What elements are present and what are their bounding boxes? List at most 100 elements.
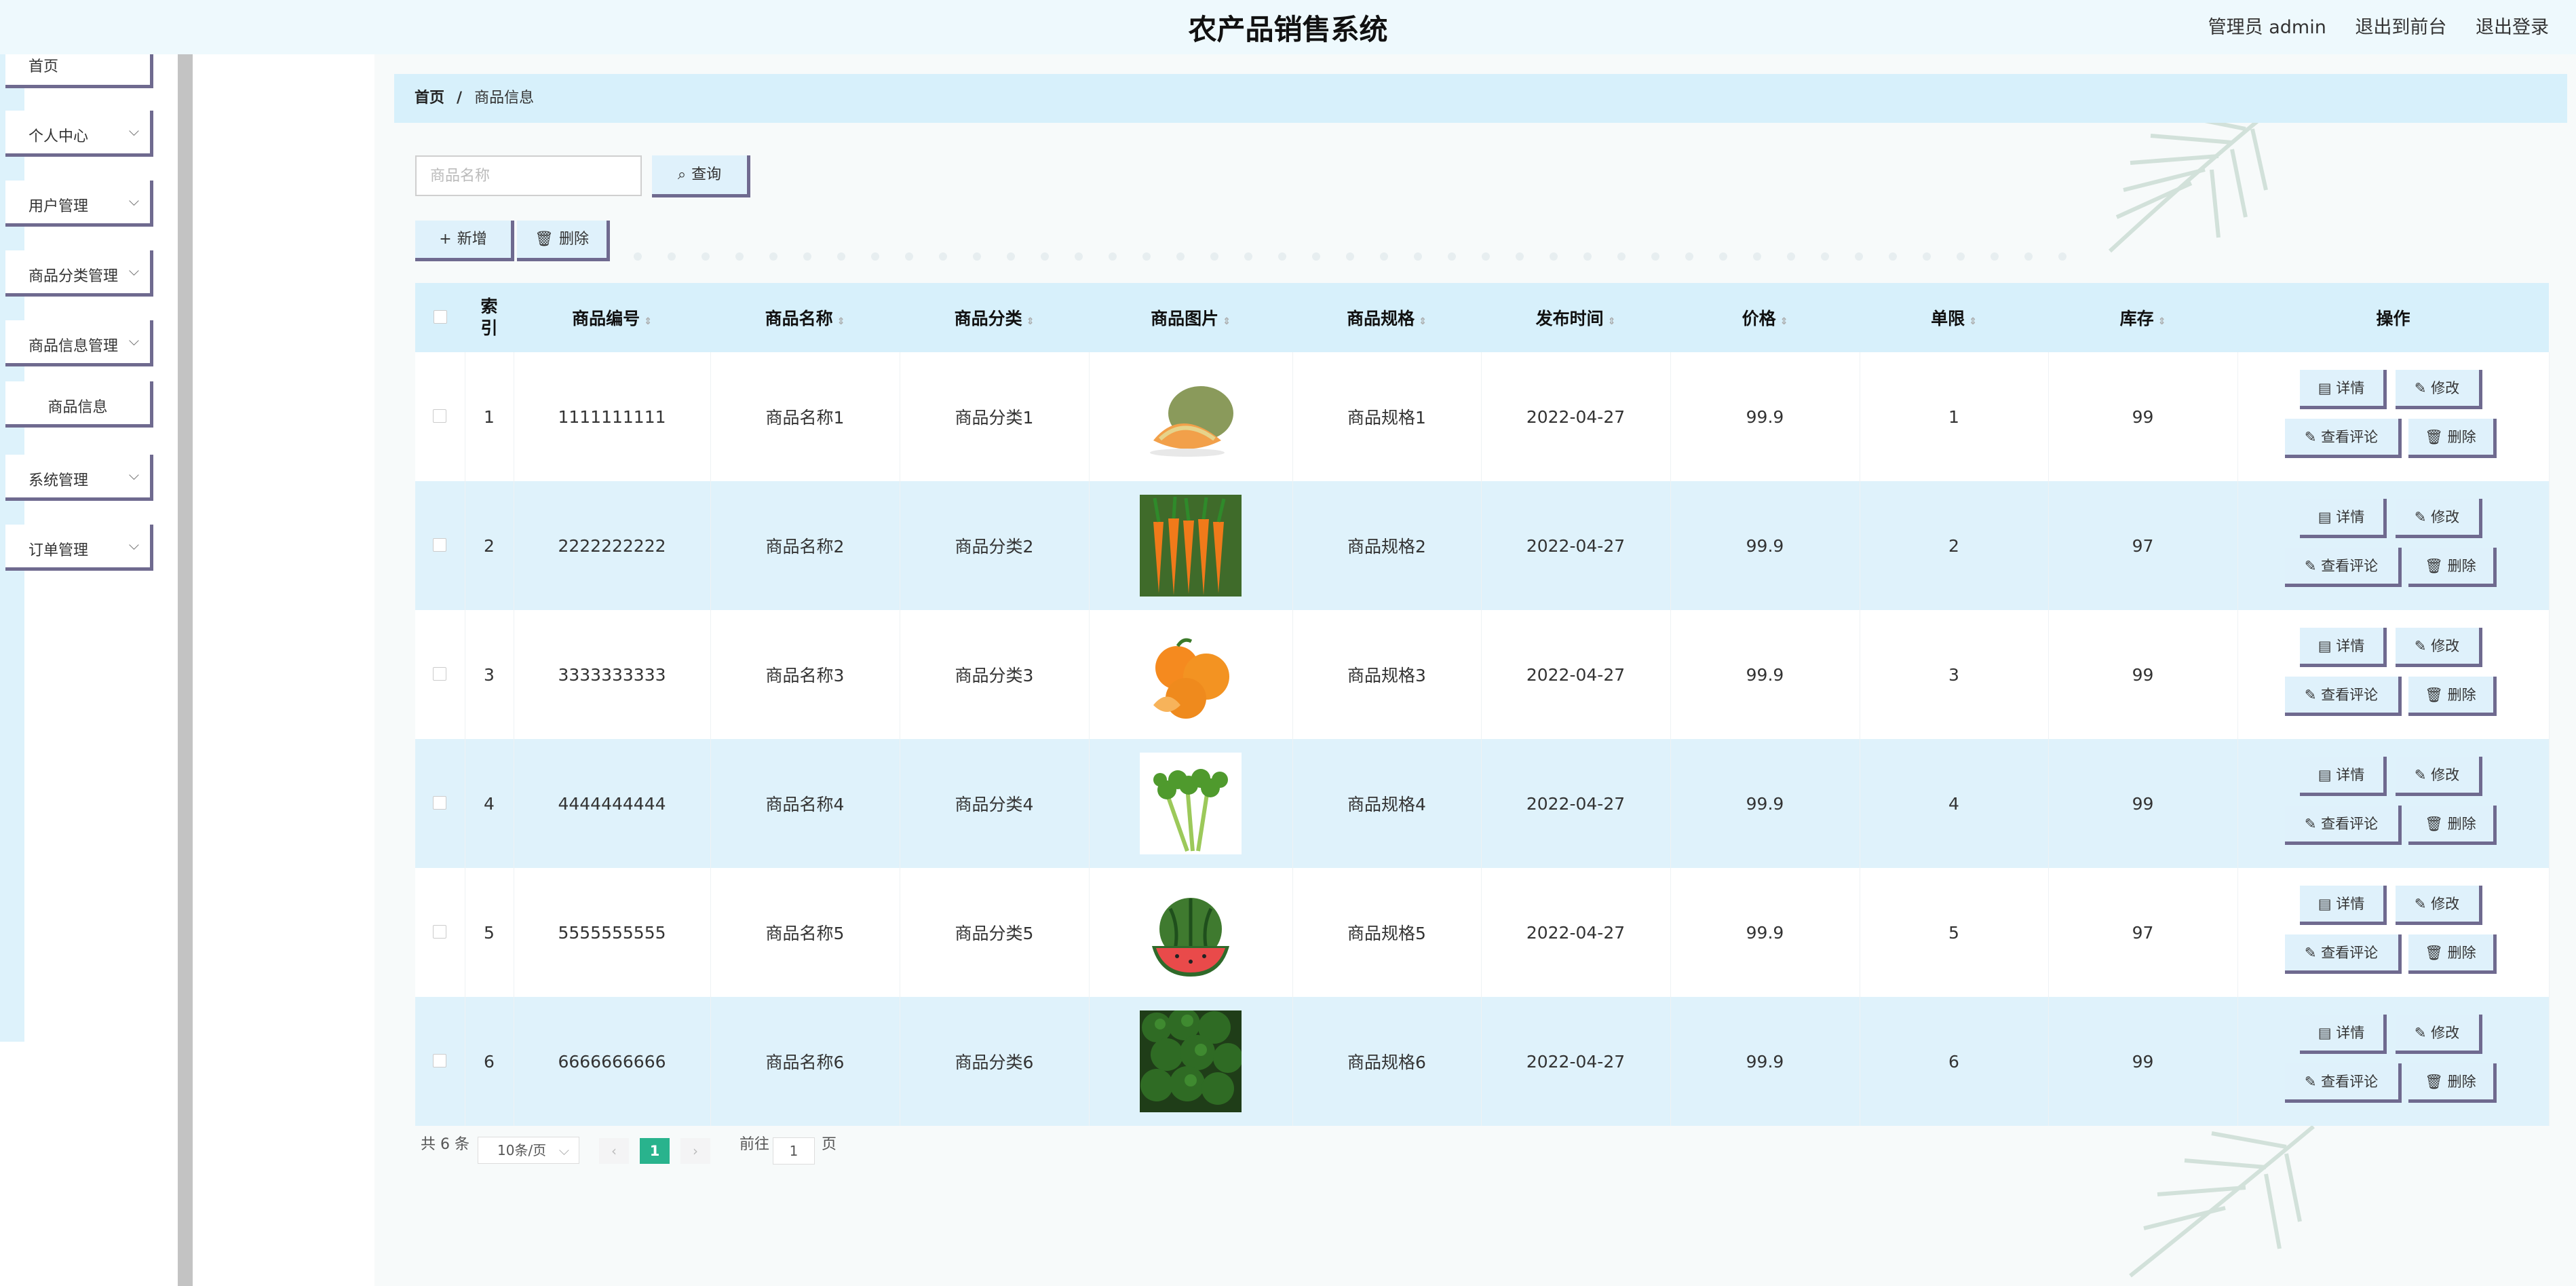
checkbox[interactable] bbox=[433, 1053, 447, 1067]
breadcrumb-home-link[interactable]: 首页 bbox=[415, 90, 444, 107]
cell-name: 商品名称3 bbox=[710, 610, 900, 739]
row-delete-button[interactable]: 🗑 删除 bbox=[2408, 806, 2497, 845]
row-delete-button[interactable]: 🗑 删除 bbox=[2408, 548, 2497, 587]
sidebar-item-system-management[interactable]: 系统管理 ⌵ bbox=[5, 455, 153, 501]
sort-icon[interactable]: ⇕ bbox=[1780, 316, 1788, 327]
cell-date: 2022-04-27 bbox=[1481, 610, 1671, 739]
cell-limit: 4 bbox=[1860, 739, 2049, 868]
row-checkbox-cell[interactable] bbox=[415, 868, 465, 997]
search-button[interactable]: ⌕ 查询 bbox=[652, 155, 750, 197]
row-checkbox-cell[interactable] bbox=[415, 739, 465, 868]
trash-icon: 🗑 bbox=[2425, 816, 2443, 832]
goto-page-input[interactable]: 1 bbox=[773, 1137, 815, 1165]
row-checkbox-cell[interactable] bbox=[415, 610, 465, 739]
header-name[interactable]: 商品名称 ⇕ bbox=[710, 283, 900, 352]
batch-delete-button[interactable]: 🗑 删除 bbox=[517, 221, 610, 261]
edit-button[interactable]: ✎ 修改 bbox=[2395, 370, 2482, 409]
view-reviews-button[interactable]: ✎ 查看评论 bbox=[2284, 1063, 2402, 1103]
row-checkbox-cell[interactable] bbox=[415, 481, 465, 610]
sidebar-item-category-management[interactable]: 商品分类管理 ⌵ bbox=[5, 250, 153, 297]
checkbox[interactable] bbox=[433, 537, 447, 552]
cell-price: 99.9 bbox=[1670, 352, 1860, 481]
row-checkbox-cell[interactable] bbox=[415, 997, 465, 1126]
detail-button[interactable]: ▤ 详情 bbox=[2299, 1015, 2387, 1054]
detail-button[interactable]: ▤ 详情 bbox=[2299, 757, 2387, 796]
cell-limit: 3 bbox=[1860, 610, 2049, 739]
row-delete-button[interactable]: 🗑 删除 bbox=[2408, 934, 2497, 974]
checkbox[interactable] bbox=[433, 409, 447, 423]
checkbox[interactable] bbox=[433, 309, 447, 324]
exit-to-front-link[interactable]: 退出到前台 bbox=[2355, 17, 2446, 38]
checkbox[interactable] bbox=[433, 924, 447, 939]
header-code[interactable]: 商品编号 ⇕ bbox=[514, 283, 710, 352]
header-label: 索引 bbox=[480, 296, 498, 339]
sort-icon[interactable]: ⇕ bbox=[2158, 316, 2166, 327]
header-stock[interactable]: 库存 ⇕ bbox=[2048, 283, 2237, 352]
page-size-value: 10条/页 bbox=[497, 1142, 547, 1158]
table-row: 5 5555555555 商品名称5 商品分类5 商品规格5 2022-04-27 99.9… bbox=[415, 868, 2550, 997]
sort-icon[interactable]: ⇕ bbox=[644, 316, 652, 327]
cell-price: 99.9 bbox=[1670, 610, 1860, 739]
product-name-search-input[interactable] bbox=[415, 155, 642, 196]
logout-link[interactable]: 退出登录 bbox=[2476, 17, 2549, 38]
view-reviews-button[interactable]: ✎ 查看评论 bbox=[2284, 806, 2402, 845]
detail-button[interactable]: ▤ 详情 bbox=[2299, 628, 2387, 667]
sort-icon[interactable]: ⇕ bbox=[1223, 316, 1231, 327]
row-checkbox-cell[interactable] bbox=[415, 352, 465, 481]
row-delete-button[interactable]: 🗑 删除 bbox=[2408, 1063, 2497, 1103]
header-image[interactable]: 商品图片 ⇕ bbox=[1089, 283, 1292, 352]
select-all-checkbox[interactable] bbox=[415, 283, 465, 352]
edit-button[interactable]: ✎ 修改 bbox=[2395, 757, 2482, 796]
sort-icon[interactable]: ⇕ bbox=[1969, 316, 1977, 327]
sort-icon[interactable]: ⇕ bbox=[1419, 316, 1427, 327]
sidebar-item-product-management[interactable]: 商品信息管理 ⌵ bbox=[5, 320, 153, 366]
cell-category: 商品分类1 bbox=[900, 352, 1090, 481]
cell-category: 商品分类2 bbox=[900, 481, 1090, 610]
document-icon: ▤ bbox=[2318, 896, 2332, 912]
cell-image bbox=[1089, 739, 1293, 868]
header-date[interactable]: 发布时间 ⇕ bbox=[1481, 283, 1670, 352]
row-delete-button[interactable]: 🗑 删除 bbox=[2408, 419, 2497, 458]
view-reviews-button[interactable]: ✎ 查看评论 bbox=[2284, 548, 2402, 587]
checkbox[interactable] bbox=[433, 795, 447, 810]
melon-product-image bbox=[1140, 366, 1242, 468]
document-icon: ▤ bbox=[2318, 380, 2332, 396]
edit-button[interactable]: ✎ 修改 bbox=[2395, 628, 2482, 667]
row-delete-button[interactable]: 🗑 删除 bbox=[2408, 677, 2497, 716]
cell-date: 2022-04-27 bbox=[1481, 868, 1671, 997]
cell-category: 商品分类6 bbox=[900, 997, 1090, 1126]
add-button[interactable]: + 新增 bbox=[415, 221, 514, 261]
edit-button[interactable]: ✎ 修改 bbox=[2395, 886, 2482, 925]
edit-button[interactable]: ✎ 修改 bbox=[2395, 499, 2482, 538]
view-reviews-button[interactable]: ✎ 查看评论 bbox=[2284, 419, 2402, 458]
header-spec[interactable]: 商品规格 ⇕ bbox=[1292, 283, 1481, 352]
detail-button[interactable]: ▤ 详情 bbox=[2299, 499, 2387, 538]
cell-spec: 商品规格1 bbox=[1292, 352, 1482, 481]
sort-icon[interactable]: ⇕ bbox=[1608, 316, 1616, 327]
cell-stock: 97 bbox=[2048, 868, 2238, 997]
trash-icon: 🗑 bbox=[535, 231, 554, 248]
header-limit[interactable]: 单限 ⇕ bbox=[1860, 283, 2048, 352]
pencil-icon: ✎ bbox=[2304, 1074, 2317, 1090]
checkbox[interactable] bbox=[433, 666, 447, 681]
sidebar-item-user-management[interactable]: 用户管理 ⌵ bbox=[5, 181, 153, 227]
sort-icon[interactable]: ⇕ bbox=[1026, 316, 1035, 327]
next-page-button[interactable]: › bbox=[680, 1138, 710, 1164]
view-reviews-button[interactable]: ✎ 查看评论 bbox=[2284, 677, 2402, 716]
detail-button[interactable]: ▤ 详情 bbox=[2299, 370, 2387, 409]
sidebar-item-order-management[interactable]: 订单管理 ⌵ bbox=[5, 525, 153, 571]
view-reviews-button[interactable]: ✎ 查看评论 bbox=[2284, 934, 2402, 974]
header-price[interactable]: 价格 ⇕ bbox=[1670, 283, 1860, 352]
cell-index: 1 bbox=[465, 352, 514, 481]
page-number-current[interactable]: 1 bbox=[640, 1138, 670, 1164]
sidebar-subitem-product-info[interactable]: 商品信息 bbox=[5, 381, 153, 428]
sort-icon[interactable]: ⇕ bbox=[837, 316, 845, 327]
header-category[interactable]: 商品分类 ⇕ bbox=[900, 283, 1089, 352]
prev-page-button[interactable]: ‹ bbox=[599, 1138, 629, 1164]
header-label: 库存 bbox=[2119, 309, 2154, 328]
edit-button[interactable]: ✎ 修改 bbox=[2395, 1015, 2482, 1054]
detail-button[interactable]: ▤ 详情 bbox=[2299, 886, 2387, 925]
page-size-select[interactable]: 10条/页 ⌵ bbox=[478, 1137, 579, 1164]
chevron-down-icon: ⌵ bbox=[558, 1142, 569, 1158]
sidebar-item-personal-center[interactable]: 个人中心 ⌵ bbox=[5, 111, 153, 157]
